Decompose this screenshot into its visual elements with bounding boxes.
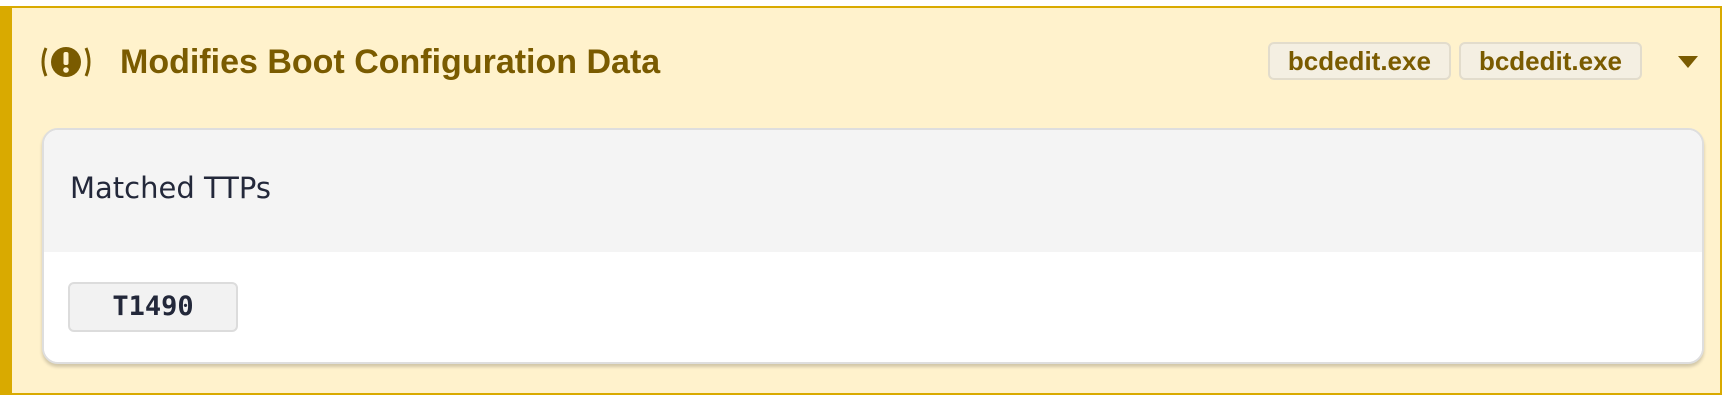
signature-header[interactable]: Modifies Boot Configuration Data bcdedit…	[40, 38, 1700, 90]
ttp-card-body: T1490	[44, 252, 1702, 362]
signature-title: Modifies Boot Configuration Data	[120, 43, 661, 81]
ttp-card: Matched TTPs T1490	[42, 128, 1704, 364]
exclamation-circle-icon	[41, 47, 91, 77]
ttp-card-header: Matched TTPs	[44, 130, 1702, 252]
signature-panel: Modifies Boot Configuration Data bcdedit…	[0, 6, 1722, 395]
tag-list: bcdedit.exe bcdedit.exe	[1267, 42, 1642, 80]
ttp-card-title: Matched TTPs	[70, 171, 271, 205]
process-tag[interactable]: bcdedit.exe	[1458, 42, 1642, 80]
process-tag[interactable]: bcdedit.exe	[1267, 42, 1451, 80]
ttp-chip[interactable]: T1490	[68, 282, 238, 332]
caret-down-icon[interactable]	[1678, 56, 1698, 68]
